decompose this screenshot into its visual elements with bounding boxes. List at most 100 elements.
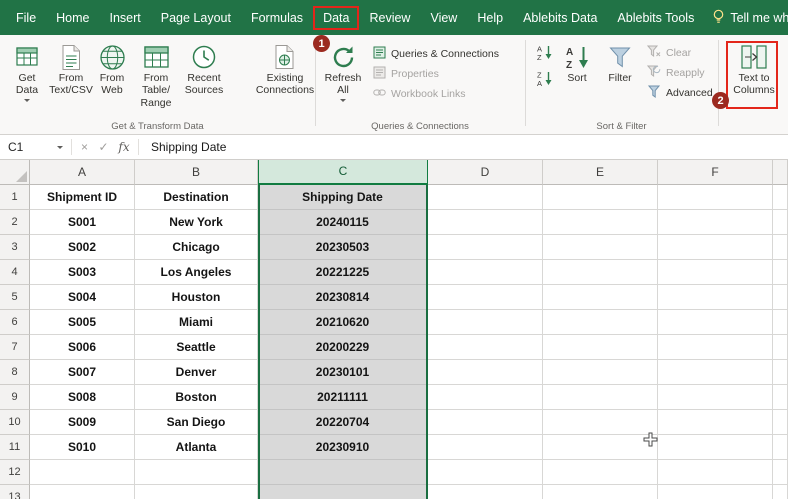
cell-B8[interactable]: Denver [135, 360, 258, 385]
cell-G6[interactable] [773, 310, 788, 335]
cell-A9[interactable]: S008 [30, 385, 135, 410]
cell-D1[interactable] [428, 185, 543, 210]
cell-F4[interactable] [658, 260, 773, 285]
cell-C3[interactable]: 20230503 [258, 235, 428, 260]
workbook-links-button[interactable]: Workbook Links [373, 84, 499, 104]
reapply-filter-button[interactable]: Reapply [646, 63, 713, 83]
cell-F6[interactable] [658, 310, 773, 335]
row-header-13[interactable]: 13 [0, 485, 30, 499]
sort-ascending-button[interactable]: AZ [533, 41, 556, 64]
cell-F5[interactable] [658, 285, 773, 310]
column-header-partial[interactable] [773, 160, 788, 185]
row-header-11[interactable]: 11 [0, 435, 30, 460]
cell-E1[interactable] [543, 185, 658, 210]
cell-E6[interactable] [543, 310, 658, 335]
cell-F8[interactable] [658, 360, 773, 385]
cell-A1[interactable]: Shipment ID [30, 185, 135, 210]
cell-E5[interactable] [543, 285, 658, 310]
row-header-2[interactable]: 2 [0, 210, 30, 235]
cell-A6[interactable]: S005 [30, 310, 135, 335]
column-header-C[interactable]: C [258, 160, 428, 185]
tab-formulas[interactable]: Formulas [241, 6, 313, 30]
cell-B3[interactable]: Chicago [135, 235, 258, 260]
cell-C11[interactable]: 20230910 [258, 435, 428, 460]
cell-B2[interactable]: New York [135, 210, 258, 235]
from-web-button[interactable]: From Web [94, 35, 130, 97]
cell-E12[interactable] [543, 460, 658, 485]
cell-B9[interactable]: Boston [135, 385, 258, 410]
cell-A13[interactable] [30, 485, 135, 499]
cell-D5[interactable] [428, 285, 543, 310]
column-header-D[interactable]: D [428, 160, 543, 185]
cell-A10[interactable]: S009 [30, 410, 135, 435]
cell-G2[interactable] [773, 210, 788, 235]
cell-F2[interactable] [658, 210, 773, 235]
cell-D3[interactable] [428, 235, 543, 260]
get-data-button[interactable]: Get Data [6, 35, 48, 102]
cell-F10[interactable] [658, 410, 773, 435]
cell-D9[interactable] [428, 385, 543, 410]
cell-A11[interactable]: S010 [30, 435, 135, 460]
cell-C12[interactable] [258, 460, 428, 485]
cell-E4[interactable] [543, 260, 658, 285]
cell-G8[interactable] [773, 360, 788, 385]
cell-C8[interactable]: 20230101 [258, 360, 428, 385]
cell-C2[interactable]: 20240115 [258, 210, 428, 235]
cell-B6[interactable]: Miami [135, 310, 258, 335]
cell-G4[interactable] [773, 260, 788, 285]
existing-connections-button[interactable]: Existing Connections [256, 35, 314, 97]
row-header-4[interactable]: 4 [0, 260, 30, 285]
row-header-3[interactable]: 3 [0, 235, 30, 260]
row-header-1[interactable]: 1 [0, 185, 30, 210]
cell-G7[interactable] [773, 335, 788, 360]
cell-G3[interactable] [773, 235, 788, 260]
cell-B10[interactable]: San Diego [135, 410, 258, 435]
cell-E11[interactable] [543, 435, 658, 460]
tab-help[interactable]: Help [467, 6, 513, 30]
cell-A3[interactable]: S002 [30, 235, 135, 260]
cell-A12[interactable] [30, 460, 135, 485]
cell-E7[interactable] [543, 335, 658, 360]
cell-B1[interactable]: Destination [135, 185, 258, 210]
column-header-A[interactable]: A [30, 160, 135, 185]
cell-C10[interactable]: 20220704 [258, 410, 428, 435]
cell-C5[interactable]: 20230814 [258, 285, 428, 310]
cell-D8[interactable] [428, 360, 543, 385]
cell-G9[interactable] [773, 385, 788, 410]
from-table-range-button[interactable]: From Table/ Range [130, 35, 182, 109]
row-header-12[interactable]: 12 [0, 460, 30, 485]
properties-button[interactable]: Properties [373, 64, 499, 84]
cell-F13[interactable] [658, 485, 773, 499]
row-header-6[interactable]: 6 [0, 310, 30, 335]
cell-C4[interactable]: 20221225 [258, 260, 428, 285]
cell-F9[interactable] [658, 385, 773, 410]
row-header-10[interactable]: 10 [0, 410, 30, 435]
row-header-8[interactable]: 8 [0, 360, 30, 385]
cell-F7[interactable] [658, 335, 773, 360]
sort-button[interactable]: AZ Sort [559, 35, 595, 84]
tab-review[interactable]: Review [359, 6, 420, 30]
tab-view[interactable]: View [420, 6, 467, 30]
column-header-E[interactable]: E [543, 160, 658, 185]
tab-home[interactable]: Home [46, 6, 99, 30]
cell-C9[interactable]: 20211111 [258, 385, 428, 410]
cell-G12[interactable] [773, 460, 788, 485]
cell-E2[interactable] [543, 210, 658, 235]
cell-A8[interactable]: S007 [30, 360, 135, 385]
name-box[interactable]: C1 [0, 140, 52, 154]
tab-page-layout[interactable]: Page Layout [151, 6, 241, 30]
cell-D12[interactable] [428, 460, 543, 485]
cell-F3[interactable] [658, 235, 773, 260]
refresh-all-button[interactable]: Refresh All [320, 35, 366, 102]
cancel-icon[interactable]: × [75, 140, 94, 154]
formula-input[interactable]: Shipping Date [151, 140, 226, 154]
cell-D6[interactable] [428, 310, 543, 335]
text-to-columns-button[interactable]: Text to Columns [726, 35, 782, 97]
name-box-caret-icon[interactable] [52, 145, 68, 149]
cell-F11[interactable] [658, 435, 773, 460]
column-header-F[interactable]: F [658, 160, 773, 185]
column-header-B[interactable]: B [135, 160, 258, 185]
select-all-corner[interactable] [0, 160, 30, 185]
tab-data[interactable]: Data [313, 5, 360, 30]
cell-C7[interactable]: 20200229 [258, 335, 428, 360]
